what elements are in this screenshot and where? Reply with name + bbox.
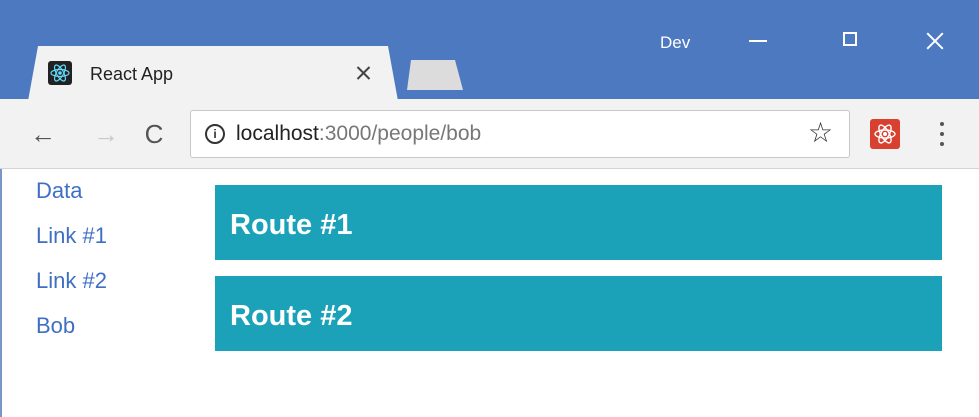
new-tab-button[interactable] <box>407 60 463 90</box>
route-title: Route #1 <box>230 209 353 241</box>
close-window-button[interactable] <box>915 22 955 62</box>
link-data[interactable]: Data <box>36 180 107 202</box>
browser-tab[interactable] <box>28 46 398 101</box>
extension-icon[interactable] <box>870 119 900 149</box>
forward-arrow-icon[interactable]: → <box>88 116 124 152</box>
profile-name[interactable]: Dev <box>660 34 690 51</box>
link-1[interactable]: Link #1 <box>36 225 107 247</box>
url-host: localhost <box>236 122 319 145</box>
link-bob[interactable]: Bob <box>36 315 107 337</box>
reload-icon[interactable]: C <box>136 116 172 152</box>
url-path: :3000/people/bob <box>318 122 482 145</box>
link-2[interactable]: Link #2 <box>36 270 107 292</box>
info-icon[interactable]: i <box>205 124 225 144</box>
route-title: Route #2 <box>230 300 353 332</box>
maximize-button[interactable] <box>830 22 870 62</box>
tab-title: React App <box>90 64 174 84</box>
react-icon <box>48 61 72 85</box>
route-panel-2: Route #2 <box>215 276 942 351</box>
url-text[interactable]: localhost:3000/people/bob <box>236 122 481 146</box>
bookmark-star-icon[interactable]: ☆ <box>808 119 833 147</box>
nav-links: Data Link #1 Link #2 Bob <box>36 180 107 360</box>
tab-close-icon[interactable] <box>353 62 375 84</box>
minimize-button[interactable] <box>737 22 777 62</box>
window-border <box>0 169 2 417</box>
menu-kebab-icon[interactable] <box>938 120 946 148</box>
route-panel-1: Route #1 <box>215 185 942 260</box>
back-arrow-icon[interactable]: ← <box>25 116 61 152</box>
